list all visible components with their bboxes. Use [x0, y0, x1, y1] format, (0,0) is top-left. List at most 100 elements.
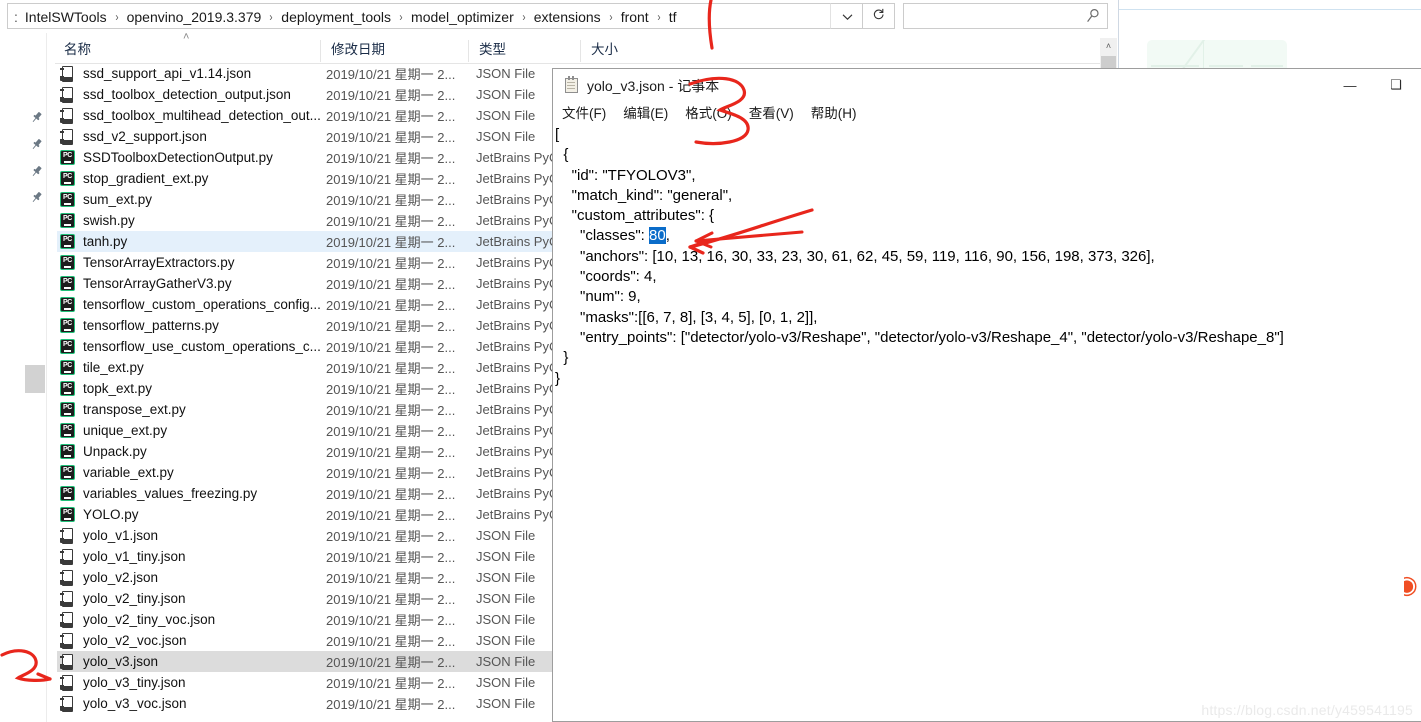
pycharm-file-icon: PC	[60, 507, 75, 522]
selected-classes-value[interactable]: 80	[649, 227, 666, 245]
file-name-cell: yolo_v1.json	[83, 528, 159, 543]
file-date-cell: 2019/10/21 星期一 2...	[326, 67, 456, 82]
breadcrumb-item-intelswtools[interactable]: IntelSWTools	[24, 9, 108, 25]
breadcrumb-separator-icon[interactable]: ›	[609, 10, 612, 24]
file-icon-cell: PC	[57, 192, 83, 207]
file-icon-cell: PC	[57, 381, 83, 396]
pin-icon[interactable]	[30, 165, 43, 178]
pycharm-file-icon: PC	[60, 360, 75, 375]
menu-item-edit[interactable]: 编辑(E)	[623, 102, 668, 122]
column-header-type[interactable]: 类型	[468, 40, 573, 62]
pycharm-file-icon: PC	[60, 171, 75, 186]
file-icon-cell	[57, 570, 83, 586]
column-header-date[interactable]: 修改日期	[320, 40, 465, 62]
file-date-cell: 2019/10/21 星期一 2...	[326, 508, 456, 523]
file-name-cell: ssd_toolbox_multihead_detection_out...	[83, 108, 321, 123]
file-date-cell: 2019/10/21 星期一 2...	[326, 151, 456, 166]
file-name-cell: ssd_v2_support.json	[83, 129, 207, 144]
file-icon-cell	[57, 612, 83, 628]
file-date-cell: 2019/10/21 星期一 2...	[326, 592, 456, 607]
pycharm-file-icon: PC	[60, 297, 75, 312]
pycharm-file-icon: PC	[60, 192, 75, 207]
pycharm-file-icon: PC	[60, 486, 75, 501]
minimize-button[interactable]: —	[1327, 69, 1373, 101]
breadcrumb-item-extensions[interactable]: extensions	[533, 9, 602, 25]
column-headers: 名称 修改日期 类型 大小	[55, 40, 1115, 64]
menu-item-view[interactable]: 查看(V)	[749, 102, 794, 122]
json-file-icon	[60, 591, 73, 607]
breadcrumb-lead: :	[14, 8, 18, 25]
notepad-text-area[interactable]: [ { "id": "TFYOLOV3", "match_kind": "gen…	[554, 123, 1421, 721]
pycharm-file-icon: PC	[60, 255, 75, 270]
menu-item-help[interactable]: 帮助(H)	[811, 102, 857, 122]
file-name-cell: TensorArrayGatherV3.py	[83, 276, 232, 291]
pin-icon[interactable]	[30, 111, 43, 124]
pycharm-file-icon: PC	[60, 150, 75, 165]
breadcrumb-separator-icon[interactable]: ›	[657, 10, 660, 24]
refresh-button[interactable]	[862, 3, 895, 29]
file-name-cell: yolo_v2.json	[83, 570, 159, 585]
file-icon-cell: PC	[57, 360, 83, 375]
file-date-cell: 2019/10/21 星期一 2...	[326, 361, 456, 376]
file-name-cell: tile_ext.py	[83, 360, 144, 375]
file-icon-cell	[57, 129, 83, 145]
file-icon-cell: PC	[57, 150, 83, 165]
file-icon-cell	[57, 696, 83, 712]
file-date-cell: 2019/10/21 星期一 2...	[326, 277, 456, 292]
column-header-size[interactable]: 大小	[580, 40, 660, 62]
file-name-cell: yolo_v3.json	[83, 654, 159, 669]
file-date-cell: 2019/10/21 星期一 2...	[326, 172, 456, 187]
pycharm-file-icon: PC	[60, 213, 75, 228]
column-header-name[interactable]: 名称	[55, 40, 313, 62]
pin-icon[interactable]	[30, 138, 43, 151]
scroll-up-arrow-icon[interactable]: ˄	[1100, 38, 1117, 55]
file-icon-cell: PC	[57, 318, 83, 333]
file-date-cell: 2019/10/21 星期一 2...	[326, 466, 456, 481]
maximize-button[interactable]: ❑	[1373, 69, 1419, 101]
json-file-icon	[60, 129, 73, 145]
breadcrumb-item-front[interactable]: front	[620, 9, 650, 25]
file-name-cell: transpose_ext.py	[83, 402, 186, 417]
notepad-icon	[564, 76, 580, 94]
file-name-cell: tanh.py	[83, 234, 128, 249]
file-name-cell: swish.py	[83, 213, 135, 228]
file-name-cell: tensorflow_patterns.py	[83, 318, 219, 333]
menu-item-format[interactable]: 格式(O)	[685, 102, 732, 122]
file-icon-cell	[57, 591, 83, 607]
search-input[interactable]	[911, 8, 1081, 24]
chevron-down-icon	[842, 9, 853, 24]
search-box[interactable]	[903, 3, 1108, 29]
address-history-dropdown-button[interactable]	[830, 3, 863, 29]
file-date-cell: 2019/10/21 星期一 2...	[326, 529, 456, 544]
file-icon-cell	[57, 528, 83, 544]
breadcrumb-item-model-optimizer[interactable]: model_optimizer	[410, 9, 515, 25]
json-file-icon	[60, 633, 73, 649]
breadcrumb-item-deployment-tools[interactable]: deployment_tools	[280, 9, 392, 25]
navigation-pane-scrollbar-thumb[interactable]	[25, 365, 45, 393]
breadcrumb-separator-icon[interactable]: ›	[522, 10, 525, 24]
json-file-icon	[60, 654, 73, 670]
pycharm-file-icon: PC	[60, 465, 75, 480]
breadcrumb-item-tf[interactable]: tf	[668, 9, 678, 25]
file-date-cell: 2019/10/21 星期一 2...	[326, 655, 456, 670]
pin-icon[interactable]	[30, 191, 43, 204]
json-file-icon	[60, 696, 73, 712]
file-icon-cell	[57, 549, 83, 565]
breadcrumb-item-openvino[interactable]: openvino_2019.3.379	[126, 9, 263, 25]
file-date-cell: 2019/10/21 星期一 2...	[326, 697, 456, 712]
file-date-cell: 2019/10/21 星期一 2...	[326, 613, 456, 628]
file-date-cell: 2019/10/21 星期一 2...	[326, 571, 456, 586]
pycharm-file-icon: PC	[60, 234, 75, 249]
file-date-cell: 2019/10/21 星期一 2...	[326, 319, 456, 334]
breadcrumb-separator-icon[interactable]: ›	[115, 10, 118, 24]
menu-item-file[interactable]: 文件(F)	[562, 102, 606, 122]
breadcrumb-separator-icon[interactable]: ›	[270, 10, 273, 24]
json-file-icon	[60, 66, 73, 82]
pycharm-file-icon: PC	[60, 318, 75, 333]
file-icon-cell: PC	[57, 255, 83, 270]
breadcrumb-separator-icon[interactable]: ›	[399, 10, 402, 24]
notepad-title-bar[interactable]: yolo_v3.json - 记事本 — ❑	[553, 69, 1421, 102]
file-date-cell: 2019/10/21 星期一 2...	[326, 487, 456, 502]
file-date-cell: 2019/10/21 星期一 2...	[326, 550, 456, 565]
firefox-icon[interactable]: ◉	[1404, 572, 1421, 598]
